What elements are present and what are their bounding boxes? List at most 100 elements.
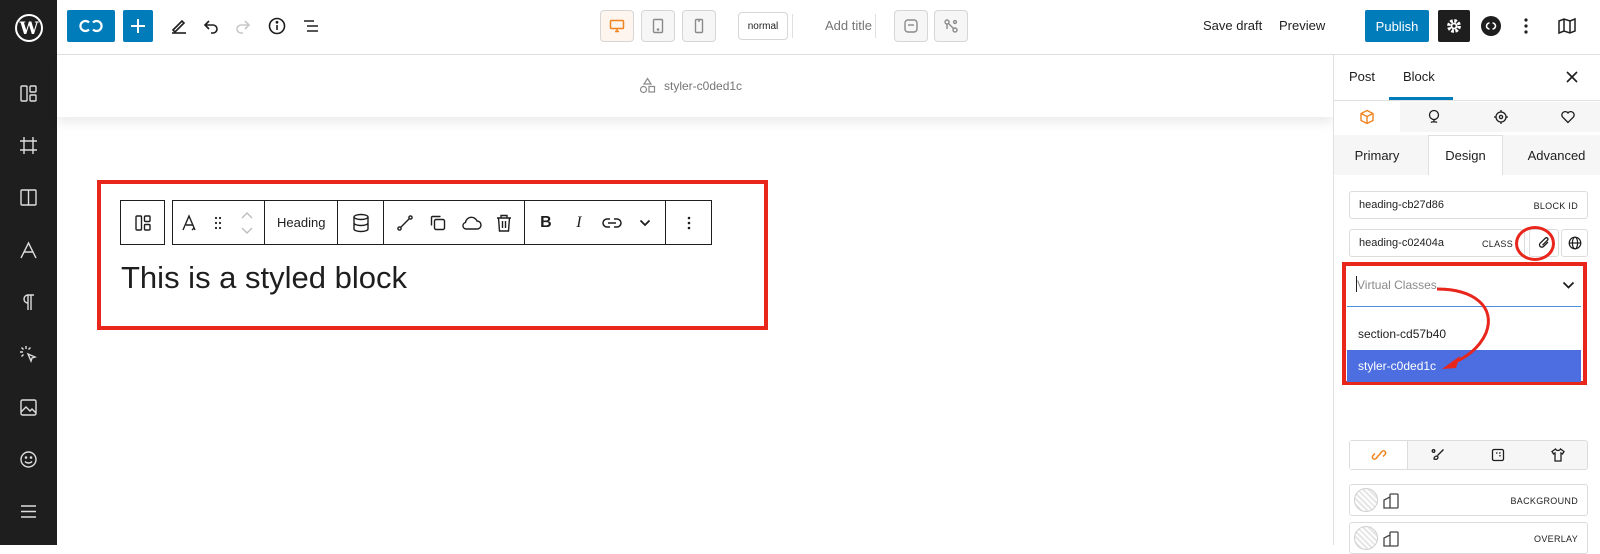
heading-type-label: Heading (277, 215, 326, 230)
annotation-circle (1515, 226, 1555, 261)
save-draft-button[interactable]: Save draft (1203, 18, 1262, 33)
class-value: heading-c02404a (1359, 237, 1445, 249)
italic-icon[interactable]: I (562, 201, 595, 244)
shapes-icon (639, 77, 656, 94)
block-toolbar: Heading B I (120, 200, 713, 245)
tab-primary[interactable]: Primary (1334, 135, 1420, 175)
options-kebab-icon[interactable] (1514, 10, 1538, 42)
divider (1334, 100, 1600, 101)
columns-icon[interactable] (18, 187, 39, 208)
color-swatch[interactable] (1354, 488, 1378, 512)
block-type-group (172, 200, 265, 245)
paragraph-icon[interactable] (18, 292, 39, 313)
panel-icon-tabs (1334, 102, 1600, 132)
add-title-field[interactable]: Add title (825, 18, 872, 33)
format-group: B I (525, 200, 667, 245)
class-field[interactable]: heading-c02404a CLASS (1349, 229, 1525, 257)
background-layer[interactable]: BACKGROUND (1349, 484, 1588, 516)
desktop-view-button[interactable] (600, 10, 634, 42)
cloud-icon[interactable] (454, 201, 487, 244)
brush-icon[interactable] (1409, 441, 1467, 469)
cube-icon[interactable] (1334, 102, 1400, 132)
shirt-icon[interactable] (1529, 441, 1587, 469)
styler-breadcrumb[interactable]: styler-c0ded1c (639, 77, 742, 94)
heading-block[interactable]: This is a styled block (121, 260, 407, 296)
duplicate-icon[interactable] (421, 201, 454, 244)
design-icon-row (1349, 440, 1588, 470)
path-icon[interactable] (388, 201, 421, 244)
heart-icon[interactable] (1535, 102, 1600, 132)
layers-icon (1383, 493, 1399, 509)
paint-icon[interactable] (1401, 102, 1467, 132)
panel-subtabs: Primary Design Advanced (1334, 135, 1600, 175)
template-button[interactable] (894, 10, 928, 42)
wordpress-logo[interactable]: W (0, 0, 57, 55)
close-icon[interactable] (1564, 69, 1580, 85)
move-up-down-icon[interactable] (230, 201, 264, 244)
publish-button[interactable]: Publish (1365, 10, 1429, 42)
settings-gear-icon[interactable] (1438, 10, 1470, 42)
chevron-down-icon (1562, 281, 1575, 289)
border-style-icon[interactable] (1469, 441, 1527, 469)
editor-topbar: normal Add title Save draft Preview Publ… (57, 0, 1600, 55)
globe-icon[interactable] (1561, 229, 1588, 257)
canvas-header: styler-c0ded1c (57, 55, 1333, 117)
block-id-field[interactable]: heading-cb27d86 BLOCK ID (1349, 191, 1588, 219)
target-icon[interactable] (1468, 102, 1534, 132)
tab-post[interactable]: Post (1349, 69, 1375, 84)
block-id-value: heading-cb27d86 (1359, 199, 1445, 211)
database-icon[interactable] (338, 200, 385, 245)
background-label: BACKGROUND (1510, 496, 1578, 506)
layout-icon[interactable] (18, 83, 39, 104)
overlay-layer[interactable]: OVERLAY (1349, 522, 1588, 554)
block-id-tag: BLOCK ID (1533, 201, 1578, 211)
redo-icon[interactable] (231, 10, 255, 42)
link-chain-icon[interactable] (1350, 441, 1408, 469)
typography-icon[interactable] (173, 201, 206, 244)
bold-icon[interactable]: B (529, 201, 562, 244)
trash-icon[interactable] (487, 201, 520, 244)
admin-sidebar: W (0, 0, 57, 545)
map-icon[interactable] (1553, 10, 1581, 42)
separator (792, 14, 793, 38)
color-swatch[interactable] (1354, 526, 1378, 550)
tablet-view-button[interactable] (641, 10, 675, 42)
tab-advanced[interactable]: Advanced (1512, 135, 1600, 175)
annotation-arrow (1436, 287, 1490, 369)
undo-icon[interactable] (199, 10, 223, 42)
drag-handle-icon[interactable] (206, 201, 230, 244)
brand-logo-button[interactable] (67, 10, 115, 42)
smiley-icon[interactable] (18, 449, 39, 470)
editor-canvas: styler-c0ded1c Heading B I This is a sty… (57, 55, 1333, 545)
interaction-icon[interactable] (18, 344, 39, 365)
menu-icon[interactable] (18, 501, 39, 522)
block-options-kebab-icon[interactable] (666, 200, 713, 245)
tab-block[interactable]: Block (1403, 69, 1435, 84)
link-icon[interactable] (595, 201, 628, 244)
heading-type-button[interactable]: Heading (265, 200, 339, 245)
chevron-down-icon[interactable] (628, 201, 661, 244)
list-view-icon[interactable] (299, 10, 323, 42)
frame-icon[interactable] (18, 135, 39, 156)
styler-label: styler-c0ded1c (664, 78, 743, 93)
overlay-label: OVERLAY (1534, 534, 1578, 544)
preview-button[interactable]: Preview (1279, 18, 1325, 33)
add-block-button[interactable] (123, 10, 153, 42)
mobile-view-button[interactable] (682, 10, 716, 42)
block-parent-button[interactable] (120, 200, 165, 245)
class-tag: CLASS (1481, 239, 1513, 249)
info-icon[interactable] (265, 10, 289, 42)
mode-selector[interactable]: normal (738, 12, 788, 40)
svg-text:W: W (18, 19, 39, 39)
layers-icon (1383, 531, 1399, 547)
image-icon[interactable] (18, 397, 39, 418)
edit-pen-icon[interactable] (167, 10, 191, 42)
typography-icon[interactable] (18, 240, 39, 261)
block-actions-group (384, 200, 526, 245)
layout-icon (134, 214, 151, 231)
tab-design[interactable]: Design (1428, 135, 1503, 175)
plugin-logo-button[interactable] (1476, 10, 1506, 42)
connections-button[interactable] (934, 10, 968, 42)
separator (875, 14, 876, 38)
settings-panel: Post Block Primary Design Advanced headi… (1333, 55, 1600, 554)
